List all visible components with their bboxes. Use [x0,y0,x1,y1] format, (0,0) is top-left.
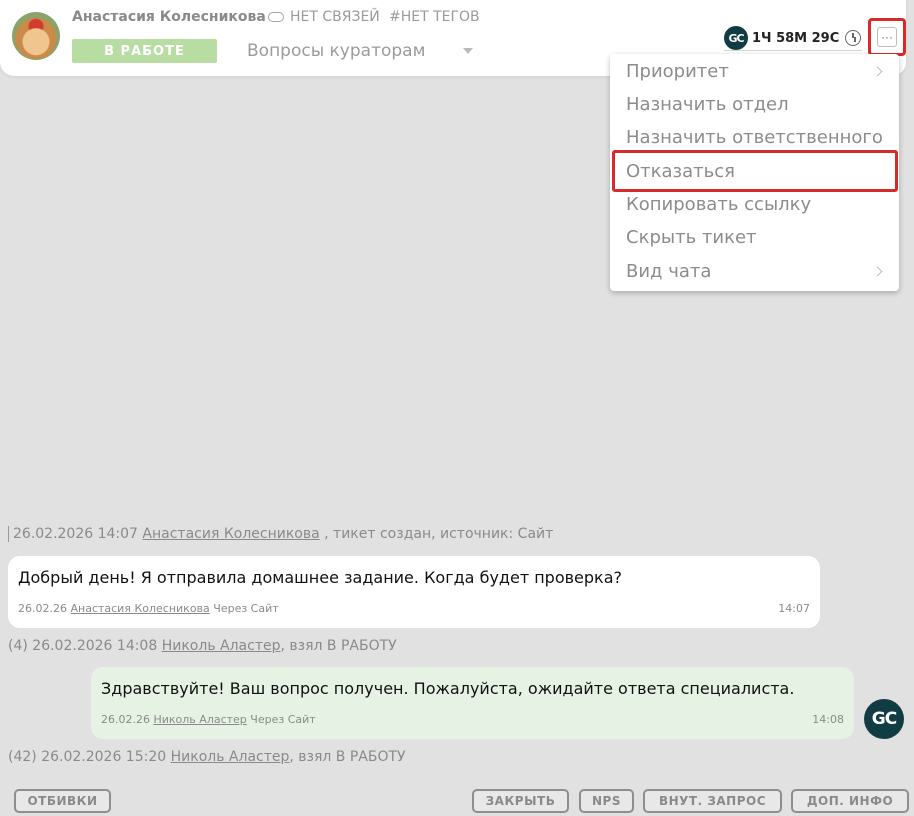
message-time: 14:08 [812,713,844,726]
gc-logo-icon: GC [864,699,904,739]
event-taken-in-work: (42) 26.02.2026 15:20 Николь Аластер, вз… [8,749,406,765]
message-text: Здравствуйте! Ваш вопрос получен. Пожалу… [101,679,795,698]
message-text: Добрый день! Я отправила домашнее задани… [18,568,623,587]
menu-item-copy-link[interactable]: Копировать ссылку [610,188,899,221]
menu-item-label: Отказаться [626,161,735,182]
message-meta: 26.02.26 Николь Аластер Через Сайт [101,713,316,726]
menu-item-label: Скрыть тикет [626,227,757,248]
client-name[interactable]: Анастасия Колесникова [72,9,266,25]
menu-item-hide-ticket[interactable]: Скрыть тикет [610,221,899,254]
message-date: 26.02.26 [18,602,67,615]
client-message: Добрый день! Я отправила домашнее задани… [8,556,820,628]
menu-item-priority[interactable]: Приоритет [610,55,899,88]
menu-item-label: Вид чата [626,261,712,282]
message-meta: 26.02.26 Анастасия Колесникова Через Сай… [18,602,279,615]
more-options-button[interactable]: ··· [877,27,897,47]
link-icon [268,12,284,22]
timer-value: 1Ч 58М 29С [752,30,840,46]
message-date: 26.02.26 [101,713,150,726]
menu-item-label: Назначить ответственного [626,127,883,148]
menu-item-assign-department[interactable]: Назначить отдел [610,88,899,121]
agent-avatar: GC [864,699,904,739]
status-button[interactable]: В РАБОТЕ [72,39,217,63]
chevron-right-icon [872,266,883,277]
event-user-link[interactable]: Николь Аластер [162,638,281,654]
event-text: , взял В РАБОТУ [280,638,397,654]
message-author-link[interactable]: Анастасия Колесникова [70,602,209,615]
message-source: Через Сайт [213,602,279,615]
close-ticket-button[interactable]: ЗАКРЫТЬ [472,789,569,813]
menu-item-chat-view[interactable]: Вид чата [610,255,899,288]
gc-logo-icon: GC [724,26,748,50]
menu-item-label: Назначить отдел [626,94,789,115]
event-user-link[interactable]: Анастасия Колесникова [142,526,319,542]
additional-info-button[interactable]: ДОП. ИНФО [791,789,909,813]
internal-request-button[interactable]: ВНУТ. ЗАПРОС [643,789,782,813]
menu-item-label: Копировать ссылку [626,194,812,215]
event-datetime: 26.02.2026 15:20 [41,749,167,765]
queue-value: Вопросы кураторам [247,41,426,61]
otbivki-button[interactable]: ОТБИВКИ [14,789,111,813]
divider [8,526,9,542]
event-count: (4) [8,638,28,654]
links-indicator[interactable]: НЕТ СВЯЗЕЙ [268,9,380,25]
chevron-right-icon [872,66,883,77]
ticket-actions-menu: Приоритет Назначить отдел Назначить отве… [610,54,899,291]
message-time: 14:07 [778,602,810,615]
more-button-highlight: ··· [868,18,906,56]
clock-icon [845,30,862,46]
chevron-down-icon [463,48,473,54]
menu-item-assign-responsible[interactable]: Назначить ответственного [610,121,899,154]
message-author-link[interactable]: Николь Аластер [153,713,246,726]
nps-button[interactable]: NPS [579,789,634,813]
event-datetime: 26.02.2026 14:07 [13,526,138,542]
client-avatar[interactable] [12,12,60,60]
message-source: Через Сайт [250,713,316,726]
event-text: , тикет создан, источник: Сайт [319,526,554,542]
event-ticket-created: 26.02.2026 14:07 Анастасия Колесникова ,… [8,526,553,542]
event-datetime: 26.02.2026 14:08 [32,638,158,654]
queue-select[interactable]: Вопросы кураторам [247,40,477,62]
event-user-link[interactable]: Николь Аластер [171,749,290,765]
menu-item-label: Приоритет [626,61,729,82]
menu-item-decline[interactable]: Отказаться [610,155,899,188]
links-label: НЕТ СВЯЗЕЙ [290,9,380,25]
event-count: (42) [8,749,37,765]
event-taken-in-work: (4) 26.02.2026 14:08 Николь Аластер, взя… [8,638,397,654]
agent-message: Здравствуйте! Ваш вопрос получен. Пожалу… [91,667,854,739]
event-text: , взял В РАБОТУ [289,749,406,765]
tags-indicator[interactable]: #НЕТ ТЕГОВ [389,9,480,25]
ticket-timer: GC 1Ч 58М 29С [724,26,862,51]
